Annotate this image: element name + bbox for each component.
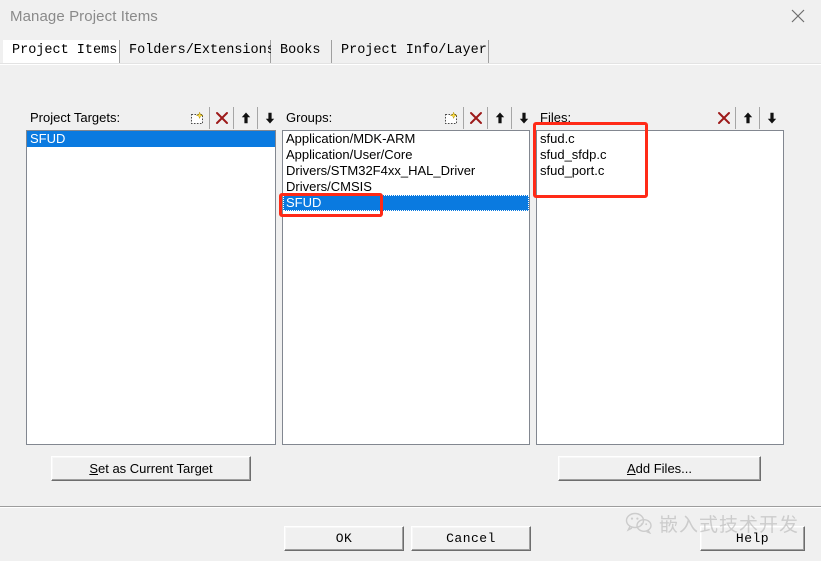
help-button[interactable]: Help xyxy=(700,526,805,551)
add-files-accel: A xyxy=(626,461,636,476)
move-up-icon[interactable] xyxy=(488,107,511,129)
move-down-icon[interactable] xyxy=(512,107,535,129)
manage-project-items-dialog: Manage Project Items Project Items Folde… xyxy=(0,0,821,561)
title-bar: Manage Project Items xyxy=(0,0,821,36)
project-targets-header: Project Targets: xyxy=(26,107,281,130)
files-label: Files: xyxy=(540,110,572,125)
list-item[interactable]: Application/MDK-ARM xyxy=(283,131,529,147)
delete-icon[interactable] xyxy=(210,107,233,129)
cancel-button[interactable]: Cancel xyxy=(411,526,531,551)
set-as-current-target-button[interactable]: Set as Current Target xyxy=(51,456,251,481)
files-header: Files: xyxy=(536,107,784,130)
new-item-icon[interactable] xyxy=(440,107,463,129)
delete-icon[interactable] xyxy=(464,107,487,129)
tab-project-items[interactable]: Project Items xyxy=(3,40,120,63)
list-item[interactable]: Application/User/Core xyxy=(283,147,529,163)
groups-panel: Groups: Application/MDK-ARM Application/… xyxy=(282,107,535,497)
groups-toolbar xyxy=(440,107,535,129)
list-item[interactable]: Drivers/STM32F4xx_HAL_Driver xyxy=(283,163,529,179)
groups-label: Groups: xyxy=(286,110,333,125)
tab-strip: Project Items Folders/Extensions Books P… xyxy=(0,40,821,64)
new-item-icon[interactable] xyxy=(186,107,209,129)
list-item[interactable]: SFUD xyxy=(283,195,529,211)
list-item[interactable]: sfud_port.c xyxy=(537,163,783,179)
list-item[interactable]: sfud_sfdp.c xyxy=(537,147,783,163)
project-targets-panel: Project Targets: SFUD S et as Current Ta… xyxy=(26,107,281,497)
window-title: Manage Project Items xyxy=(10,8,158,25)
list-item[interactable]: SFUD xyxy=(27,131,275,147)
files-toolbar xyxy=(712,107,783,129)
list-item[interactable]: Drivers/CMSIS xyxy=(283,179,529,195)
move-down-icon[interactable] xyxy=(760,107,783,129)
add-files-button[interactable]: Add Files... xyxy=(558,456,761,481)
move-down-icon[interactable] xyxy=(258,107,281,129)
project-targets-listbox[interactable]: SFUD xyxy=(26,130,276,445)
add-files-label: dd Files... xyxy=(635,461,693,476)
tab-folders-extensions[interactable]: Folders/Extensions xyxy=(120,40,275,63)
project-targets-label: Project Targets: xyxy=(30,110,121,125)
tab-project-info-layer[interactable]: Project Info/Layer xyxy=(332,40,489,63)
footer-divider xyxy=(0,506,821,507)
set-as-current-target-accel: S xyxy=(89,461,98,476)
groups-listbox[interactable]: Application/MDK-ARM Application/User/Cor… xyxy=(282,130,530,445)
ok-button[interactable]: OK xyxy=(284,526,404,551)
dialog-footer: OK Cancel Help xyxy=(0,506,821,561)
files-listbox[interactable]: sfud.c sfud_sfdp.c sfud_port.c xyxy=(536,130,784,445)
close-icon[interactable] xyxy=(775,0,821,32)
move-up-icon[interactable] xyxy=(736,107,759,129)
list-item[interactable]: sfud.c xyxy=(537,131,783,147)
files-panel: Files: sfud.c sfud_sfdp.c sfud_port.c A … xyxy=(536,107,784,497)
delete-icon[interactable] xyxy=(712,107,735,129)
move-up-icon[interactable] xyxy=(234,107,257,129)
project-targets-toolbar xyxy=(186,107,281,129)
groups-header: Groups: xyxy=(282,107,535,130)
tab-books[interactable]: Books xyxy=(271,40,332,63)
dialog-client-area: Project Targets: SFUD S et as Current Ta… xyxy=(0,64,821,508)
set-as-current-target-label: et as Current Target xyxy=(98,461,213,476)
